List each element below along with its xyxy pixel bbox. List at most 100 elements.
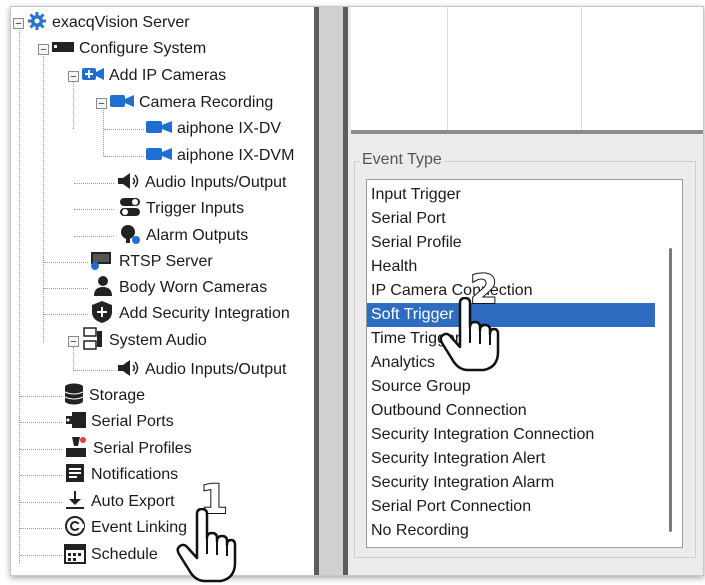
alarm-icon — [119, 223, 141, 250]
tree-connector — [74, 209, 114, 210]
list-item[interactable]: Outbound Connection — [367, 399, 655, 423]
collapse-icon[interactable]: − — [38, 43, 49, 55]
tree-connector — [20, 449, 62, 450]
list-item[interactable]: Time Trigger — [367, 327, 655, 351]
tree-item-exacqvision-server[interactable]: − exacqVision Server — [13, 10, 190, 36]
hand-pointer-icon — [439, 297, 500, 372]
calendar-icon — [64, 542, 86, 569]
tree-item-rtsp-server[interactable]: RTSP Server — [90, 249, 213, 275]
preview-gridline — [581, 7, 582, 130]
collapse-icon[interactable]: − — [13, 17, 24, 29]
tree-item-label: Event Linking — [91, 519, 188, 536]
tree-item-configure-system[interactable]: − Configure System — [38, 36, 206, 62]
tree-item-audio-inputs-outputs[interactable]: Audio Inputs/Output — [116, 170, 286, 196]
database-icon — [64, 383, 84, 410]
pane-splitter[interactable] — [314, 7, 348, 575]
tree-item-add-security-integration[interactable]: Add Security Integration — [90, 300, 290, 329]
tree-connector — [74, 183, 114, 184]
tree-item-camera-recording[interactable]: − Camera Recording — [96, 90, 273, 116]
tree-item-label: Schedule — [91, 546, 158, 563]
tree-connector — [74, 236, 114, 237]
collapse-icon[interactable]: − — [68, 335, 79, 347]
person-icon — [92, 275, 114, 302]
preview-panel — [351, 7, 703, 134]
tree-item-body-worn-cameras[interactable]: Body Worn Cameras — [92, 275, 267, 301]
tree-item-label: Storage — [89, 387, 146, 404]
tree-item-label: Camera Recording — [139, 94, 274, 111]
camera-icon — [110, 93, 134, 114]
server-icon — [52, 40, 74, 59]
list-item[interactable]: Source Group — [367, 375, 655, 399]
add-camera-icon — [82, 66, 104, 87]
scrollbar-thumb[interactable] — [669, 248, 672, 532]
tree-item-aiphone-ix-dvm[interactable]: aiphone IX-DVM — [146, 143, 294, 169]
list-item[interactable]: IP Camera Connection — [367, 279, 655, 303]
tree-item-system-audio-inputs-outputs[interactable]: Audio Inputs/Output — [116, 357, 286, 383]
tree-item-label: RTSP Server — [119, 253, 213, 270]
speaker-icon — [116, 172, 142, 195]
list-item[interactable]: Security Integration Alarm — [367, 471, 655, 495]
tree-item-label: Audio Inputs/Output — [145, 361, 287, 378]
tree-connector — [20, 422, 62, 423]
tree-connector — [104, 129, 144, 130]
navigation-tree[interactable]: − exacqVision Server − Configure System … — [11, 7, 314, 575]
tree-connector — [104, 156, 144, 157]
gear-icon — [27, 11, 47, 36]
tree-item-label: Auto Export — [91, 493, 175, 510]
tree-item-auto-export[interactable]: Auto Export — [64, 489, 175, 515]
tree-connector — [20, 396, 62, 397]
tree-connector — [74, 370, 114, 371]
collapse-icon[interactable]: − — [96, 97, 107, 109]
system-audio-icon — [82, 326, 104, 356]
camera-icon — [146, 146, 172, 167]
tree-item-label: aiphone IX-DVM — [177, 147, 295, 164]
speaker-icon — [116, 359, 142, 382]
tree-item-label: Serial Ports — [91, 413, 174, 430]
tree-item-label: Notifications — [91, 466, 179, 483]
tree-item-add-ip-cameras[interactable]: − Add IP Cameras — [68, 63, 226, 89]
list-item[interactable]: Security Integration Connection — [367, 423, 655, 447]
list-item[interactable]: Serial Profile — [367, 231, 655, 255]
hand-pointer-icon — [176, 508, 237, 583]
collapse-icon[interactable]: − — [68, 70, 79, 82]
list-item[interactable]: Serial Port — [367, 207, 655, 231]
right-pane: Event Type Input Trigger Serial Port Ser… — [348, 7, 703, 575]
tree-connector — [20, 528, 62, 529]
tree-connector — [20, 555, 62, 556]
tree-connector — [19, 27, 20, 563]
list-item[interactable]: Input Trigger — [367, 183, 655, 207]
event-type-list[interactable]: Input Trigger Serial Port Serial Profile… — [366, 179, 683, 548]
link-icon — [64, 515, 86, 542]
tree-item-label: System Audio — [109, 332, 207, 349]
splitter-track — [319, 7, 343, 575]
shield-icon — [90, 300, 114, 329]
list-item[interactable]: Health — [367, 255, 655, 279]
tree-item-storage[interactable]: Storage — [64, 383, 145, 409]
tree-item-label: Add Security Integration — [119, 305, 290, 322]
list-item[interactable]: Analytics — [367, 351, 655, 375]
serial-port-icon — [64, 411, 88, 434]
tree-item-label: Configure System — [79, 40, 207, 57]
tree-item-event-linking[interactable]: Event Linking — [64, 515, 187, 541]
tree-item-notifications[interactable]: Notifications — [64, 462, 178, 488]
tree-item-serial-profiles[interactable]: Serial Profiles — [64, 436, 192, 462]
app-window: − exacqVision Server − Configure System … — [10, 6, 704, 576]
tree-item-label: Body Worn Cameras — [119, 279, 268, 296]
tree-item-serial-ports[interactable]: Serial Ports — [64, 409, 174, 435]
tree-item-label: exacqVision Server — [52, 14, 190, 31]
list-item[interactable]: Security Integration Alert — [367, 447, 655, 471]
list-item[interactable]: Serial Port Connection — [367, 495, 655, 519]
tree-connector — [44, 262, 88, 263]
tree-item-trigger-inputs[interactable]: Trigger Inputs — [119, 196, 244, 222]
toggle-icon — [119, 197, 141, 222]
preview-gridline — [447, 7, 448, 130]
tree-item-label: Serial Profiles — [93, 440, 192, 457]
list-item[interactable]: No Recording — [367, 519, 655, 543]
list-item-selected[interactable]: Soft Trigger — [367, 303, 655, 327]
tree-item-alarm-outputs[interactable]: Alarm Outputs — [119, 223, 248, 249]
tree-item-label: Add IP Cameras — [109, 67, 227, 84]
tree-item-label: Audio Inputs/Output — [145, 174, 287, 191]
tree-item-aiphone-ix-dv[interactable]: aiphone IX-DV — [146, 116, 281, 142]
tree-item-system-audio[interactable]: − System Audio — [68, 326, 207, 356]
tree-item-schedule[interactable]: Schedule — [64, 542, 158, 568]
